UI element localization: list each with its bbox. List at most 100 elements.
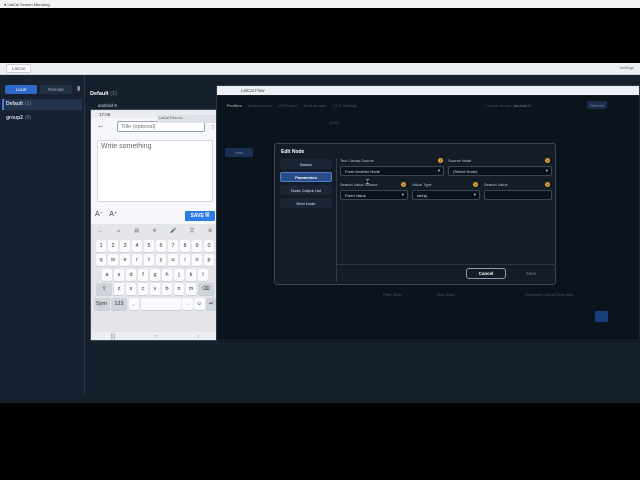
search-value-label: Search Value	[484, 182, 508, 187]
key-☺[interactable]: ☺	[194, 297, 205, 310]
dialog-title: Edit Node	[281, 149, 305, 155]
mic-icon[interactable]: 🎤	[170, 228, 176, 234]
move-icon[interactable]: ✣	[152, 228, 156, 234]
translate-icon[interactable]: 文	[190, 227, 195, 234]
chevron-down-icon: ▾	[437, 168, 440, 173]
key-y[interactable]: y	[155, 254, 167, 266]
screen: LaiCai Settings Local Remote ▮ Default (1…	[0, 63, 640, 403]
key-c[interactable]: c	[137, 283, 149, 295]
device-name: android 9	[98, 103, 117, 108]
help-icon[interactable]: ?	[473, 182, 478, 187]
key-5[interactable]: 5	[143, 239, 155, 252]
key-t[interactable]: t	[143, 254, 155, 266]
home-button[interactable]: ○	[155, 334, 159, 340]
key-g[interactable]: g	[149, 268, 161, 281]
mirror-mini-toolbar[interactable]: LaiCai Flow no...	[157, 115, 219, 123]
nav-basics[interactable]: Basics	[280, 159, 332, 169]
save-button[interactable]: SAVE 🖫	[185, 211, 215, 221]
key-o[interactable]: o	[191, 254, 203, 266]
keyboard-keys: 1 2 3 4 5 6 7 8 9 0 q w e r t y u i o p a s d f g h j k l ⇧ z x c v b n m ⌫ Sy…	[91, 239, 217, 310]
key-s[interactable]: s	[113, 268, 125, 281]
key-k[interactable]: k	[185, 268, 197, 281]
gear-icon[interactable]: ⚙	[208, 228, 212, 234]
key-z[interactable]: z	[113, 283, 125, 295]
back-arrow-icon[interactable]: ←	[97, 121, 105, 130]
key-space[interactable]	[140, 297, 181, 310]
key-0[interactable]: 0	[203, 239, 215, 252]
emoji-icon[interactable]: ☺	[116, 228, 121, 234]
key-u[interactable]: u	[167, 254, 179, 266]
key-j[interactable]: j	[173, 268, 185, 281]
dialog-save-button[interactable]: Save	[515, 268, 547, 279]
dialog-nav: Basics Parameters Node Output List Next …	[280, 159, 332, 211]
key-,[interactable]: ,	[128, 297, 139, 310]
key-2[interactable]: 2	[107, 239, 119, 252]
source-node-select[interactable]: (Select Node) ▾	[448, 166, 552, 176]
key-6[interactable]: 6	[155, 239, 167, 252]
key-x[interactable]: x	[125, 283, 137, 295]
arrow-icon[interactable]: ↔	[98, 228, 103, 234]
text-source-select[interactable]: From Another Node ▾	[340, 166, 444, 176]
key-r[interactable]: r	[131, 254, 143, 266]
key-.[interactable]: .	[182, 297, 193, 310]
value-type-select[interactable]: string ▾	[412, 190, 480, 200]
help-icon[interactable]: ?	[438, 158, 443, 163]
help-icon[interactable]: ?	[545, 158, 550, 163]
key-n[interactable]: n	[173, 283, 185, 295]
recents-button[interactable]: |||	[111, 334, 116, 340]
nav-back-button[interactable]: ‹	[197, 334, 199, 340]
value-type-label: Value Type	[412, 182, 432, 187]
key-m[interactable]: m	[185, 283, 197, 295]
key-↵[interactable]: ↵	[206, 297, 217, 310]
group-default[interactable]: Default (1)	[6, 101, 31, 107]
key-q[interactable]: q	[95, 254, 107, 266]
key-h[interactable]: h	[161, 268, 173, 281]
key-w[interactable]: w	[107, 254, 119, 266]
phone-screen[interactable]: 17:06 ← Title (optional) ⋮ Write somethi…	[90, 109, 218, 341]
chevron-down-icon: ▾	[545, 168, 548, 173]
key-4[interactable]: 4	[131, 239, 143, 252]
key-f[interactable]: f	[137, 268, 149, 281]
font-smaller-button[interactable]: A⁻	[95, 211, 103, 218]
cancel-button[interactable]: Cancel	[466, 268, 506, 279]
key-e[interactable]: e	[119, 254, 131, 266]
text-source-label: Text / Array Source	[340, 158, 374, 163]
mac-menu-bar: ● LaiCai Screen Mirroring	[0, 0, 640, 8]
nav-parameters[interactable]: Parameters	[280, 172, 332, 182]
nav-next-node[interactable]: Next Node	[280, 198, 332, 208]
group-group2[interactable]: group2 (0)	[6, 115, 31, 121]
key-Sym[interactable]: Sym	[93, 297, 110, 310]
window-tab[interactable]: LaiCai	[6, 64, 31, 73]
note-body-input[interactable]: Write something	[97, 140, 213, 202]
chevron-down-icon: ▾	[401, 192, 404, 197]
mouse-cursor-icon: ⌶	[366, 180, 370, 186]
key-p[interactable]: p	[203, 254, 215, 266]
keyboard: ↔ ☺ ▤ ✣ 🎤 文 ⚙ 1 2 3 4 5 6 7 8 9 0 q w e r t y u i o p a s d f g h j k l ⇧ z x…	[91, 224, 217, 332]
keyboard-icon[interactable]: ▤	[134, 228, 139, 234]
help-icon[interactable]: ?	[545, 182, 550, 187]
key-⇧[interactable]: ⇧	[96, 283, 113, 295]
tab-local[interactable]: Local	[5, 85, 37, 94]
settings-link[interactable]: Settings	[620, 65, 634, 70]
key-1[interactable]: 1	[95, 239, 107, 252]
search-value-input[interactable]	[484, 190, 552, 200]
tab-remote[interactable]: Remote	[40, 85, 72, 94]
key-b[interactable]: b	[161, 283, 173, 295]
key-123[interactable]: 123	[111, 297, 127, 310]
key-⌫[interactable]: ⌫	[197, 283, 214, 295]
key-v[interactable]: v	[149, 283, 161, 295]
font-larger-button[interactable]: A⁺	[109, 211, 117, 218]
collapse-icon[interactable]: ▮	[77, 85, 80, 94]
key-a[interactable]: a	[101, 268, 113, 281]
search-value-source-select[interactable]: Fixed Value ▾	[340, 190, 408, 200]
key-l[interactable]: l	[197, 268, 209, 281]
nav-node-output-list[interactable]: Node Output List	[280, 185, 332, 195]
help-icon[interactable]: ?	[401, 182, 406, 187]
key-d[interactable]: d	[125, 268, 137, 281]
key-3[interactable]: 3	[119, 239, 131, 252]
key-9[interactable]: 9	[191, 239, 203, 252]
key-7[interactable]: 7	[167, 239, 179, 252]
edit-node-dialog: Edit Node Basics Parameters Node Output …	[274, 143, 556, 285]
key-8[interactable]: 8	[179, 239, 191, 252]
key-i[interactable]: i	[179, 254, 191, 266]
